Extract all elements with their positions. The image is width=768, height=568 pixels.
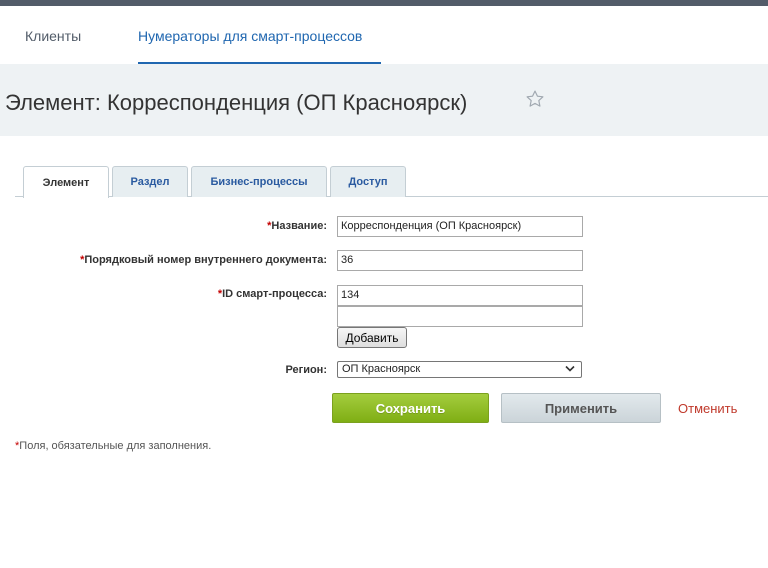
nav-item-numerators[interactable]: Нумераторы для смарт-процессов	[138, 28, 362, 44]
nav-item-clients[interactable]: Клиенты	[25, 28, 81, 44]
doc-number-label: *Порядковый номер внутреннего документа:	[80, 254, 327, 266]
region-selected-value: ОП Красноярск	[342, 363, 421, 375]
name-input[interactable]: Корреспонденция (ОП Красноярск)	[337, 216, 583, 237]
chevron-down-icon	[565, 365, 575, 372]
tab-section[interactable]: Раздел	[112, 166, 188, 197]
add-button[interactable]: Добавить	[337, 327, 407, 348]
required-footnote: *Поля, обязательные для заполнения.	[15, 440, 212, 452]
tab-element[interactable]: Элемент	[23, 166, 109, 198]
save-button[interactable]: Сохранить	[332, 393, 489, 423]
smart-id-input-1[interactable]: 134	[337, 285, 583, 306]
smart-id-label: *ID смарт-процесса:	[217, 288, 327, 300]
cancel-link[interactable]: Отменить	[678, 401, 737, 416]
smart-id-input-2[interactable]	[337, 306, 583, 327]
name-label: *Название:	[267, 220, 327, 232]
top-nav: Клиенты Нумераторы для смарт-процессов	[0, 6, 768, 64]
star-icon[interactable]	[525, 89, 545, 109]
tab-bar: Элемент Раздел Бизнес-процессы Доступ	[15, 166, 768, 198]
title-band: Элемент: Корреспонденция (ОП Красноярск)	[0, 64, 768, 136]
tab-access[interactable]: Доступ	[330, 166, 406, 197]
doc-number-input[interactable]: 36	[337, 250, 583, 271]
apply-button[interactable]: Применить	[501, 393, 661, 423]
page-title: Элемент: Корреспонденция (ОП Красноярск)	[5, 90, 468, 115]
region-label: Регион:	[285, 364, 327, 376]
tab-business-processes[interactable]: Бизнес-процессы	[191, 166, 327, 197]
region-select[interactable]: ОП Красноярск	[337, 361, 582, 378]
